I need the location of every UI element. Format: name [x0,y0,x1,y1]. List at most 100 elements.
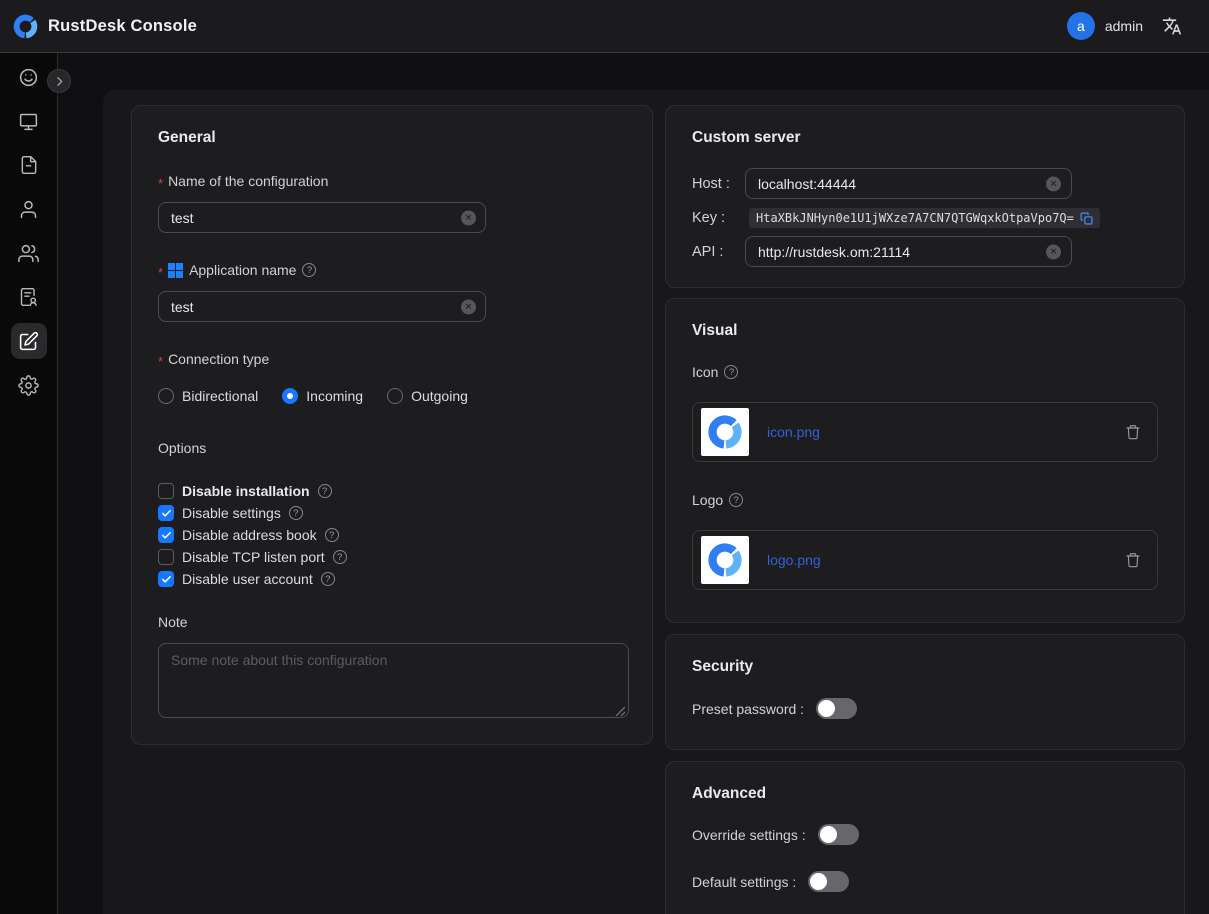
icon-label: Icon ? [692,364,1158,380]
help-icon[interactable]: ? [302,263,316,277]
checkbox-icon[interactable] [158,571,174,587]
options-label: Options [158,440,626,456]
sidebar-item-documents[interactable] [11,147,47,183]
application-name-input[interactable] [158,291,486,322]
server-key-value: HtaXBkJNHyn0e1U1jWXze7A7CN7QTGWqxkOtpaVp… [749,208,1100,228]
user-name: admin [1105,18,1143,34]
help-icon[interactable]: ? [724,365,738,379]
sidebar-item-audit[interactable] [11,279,47,315]
required-asterisk: * [158,176,163,191]
api-input[interactable] [745,236,1072,267]
help-icon[interactable]: ? [321,572,335,586]
checkbox-icon[interactable] [158,527,174,543]
radio-icon[interactable] [158,388,174,404]
checkbox-disable-user-account[interactable]: Disable user account ? [158,568,626,590]
audit-log-icon [19,287,39,307]
icon-upload-row: icon.png [692,402,1158,462]
sidebar-item-settings[interactable] [11,367,47,403]
sidebar-collapse-button[interactable] [47,69,71,93]
checkbox-disable-tcp-listen-port[interactable]: Disable TCP listen port ? [158,546,626,568]
clear-icon[interactable]: ✕ [1046,244,1061,259]
edit-square-icon [18,331,39,352]
host-input[interactable] [745,168,1072,199]
api-label: API : [692,244,745,260]
default-settings-toggle[interactable] [808,871,849,892]
user-menu[interactable]: a admin [1067,12,1143,40]
preset-password-toggle[interactable] [816,698,857,719]
config-name-input[interactable] [158,202,486,233]
advanced-card: Advanced Override settings : Default set… [665,761,1185,914]
custom-server-title: Custom server [692,129,1158,147]
connection-type-label: * Connection type [158,351,626,367]
radio-icon[interactable] [282,388,298,404]
checkbox-disable-settings[interactable]: Disable settings ? [158,502,626,524]
icon-thumbnail [701,408,749,456]
help-icon[interactable]: ? [325,528,339,542]
checkbox-disable-installation[interactable]: Disable installation ? [158,480,626,502]
clear-icon[interactable]: ✕ [461,210,476,225]
connection-type-group: Bidirectional Incoming Outgoing [158,388,626,404]
user-icon [18,199,39,220]
logo-file-link[interactable]: logo.png [767,552,1107,568]
config-name-label: * Name of the configuration [158,173,626,189]
windows-icon [168,263,183,278]
gear-icon [18,375,39,396]
required-asterisk: * [158,354,163,369]
checkbox-icon[interactable] [158,483,174,499]
security-card: Security Preset password : [665,634,1185,750]
logo-label: Logo ? [692,492,1158,508]
monitor-icon [18,111,39,132]
trash-icon[interactable] [1125,424,1141,440]
rustdesk-logo-icon [706,413,744,451]
override-settings-toggle[interactable] [818,824,859,845]
sidebar-item-users[interactable] [11,191,47,227]
application-name-label: * Application name ? [158,262,626,278]
rustdesk-logo-icon [706,541,744,579]
sidebar-item-groups[interactable] [11,235,47,271]
sidebar-item-custom-client[interactable] [11,323,47,359]
options-list: Disable installation ? Disable settings … [158,480,626,590]
smiley-icon [18,67,39,88]
radio-icon[interactable] [387,388,403,404]
key-label: Key : [692,210,745,226]
host-label: Host : [692,176,745,192]
sidebar-item-devices[interactable] [11,103,47,139]
radio-outgoing[interactable]: Outgoing [387,388,468,404]
checkbox-disable-address-book[interactable]: Disable address book ? [158,524,626,546]
sidebar-item-dashboard[interactable] [11,59,47,95]
required-asterisk: * [158,265,163,280]
custom-server-card: Custom server Host : ✕ Key : HtaXBkJNHyn… [665,105,1185,288]
translate-icon[interactable] [1161,15,1183,37]
rustdesk-logo-icon [12,13,39,40]
logo-upload-row: logo.png [692,530,1158,590]
help-icon[interactable]: ? [289,506,303,520]
general-card: General * Name of the configuration ✕ * … [131,105,653,745]
radio-bidirectional[interactable]: Bidirectional [158,388,258,404]
logo-thumbnail [701,536,749,584]
visual-card: Visual Icon ? icon.png Log [665,298,1185,623]
override-settings-row: Override settings : [692,824,1158,845]
advanced-title: Advanced [692,785,1158,803]
help-icon[interactable]: ? [333,550,347,564]
trash-icon[interactable] [1125,552,1141,568]
checkbox-icon[interactable] [158,549,174,565]
help-icon[interactable]: ? [729,493,743,507]
avatar[interactable]: a [1067,12,1095,40]
brand: RustDesk Console [12,13,197,40]
default-settings-label: Default settings : [692,874,796,890]
radio-incoming[interactable]: Incoming [282,388,363,404]
document-icon [19,155,39,175]
copy-icon[interactable] [1080,212,1093,225]
note-textarea[interactable] [158,643,629,718]
top-bar: RustDesk Console a admin [0,0,1209,53]
default-settings-row: Default settings : [692,871,1158,892]
icon-file-link[interactable]: icon.png [767,424,1107,440]
clear-icon[interactable]: ✕ [1046,176,1061,191]
override-settings-label: Override settings : [692,827,806,843]
note-label: Note [158,614,626,630]
clear-icon[interactable]: ✕ [461,299,476,314]
main-panel: General * Name of the configuration ✕ * … [103,90,1209,914]
help-icon[interactable]: ? [318,484,332,498]
preset-password-label: Preset password : [692,701,804,717]
checkbox-icon[interactable] [158,505,174,521]
